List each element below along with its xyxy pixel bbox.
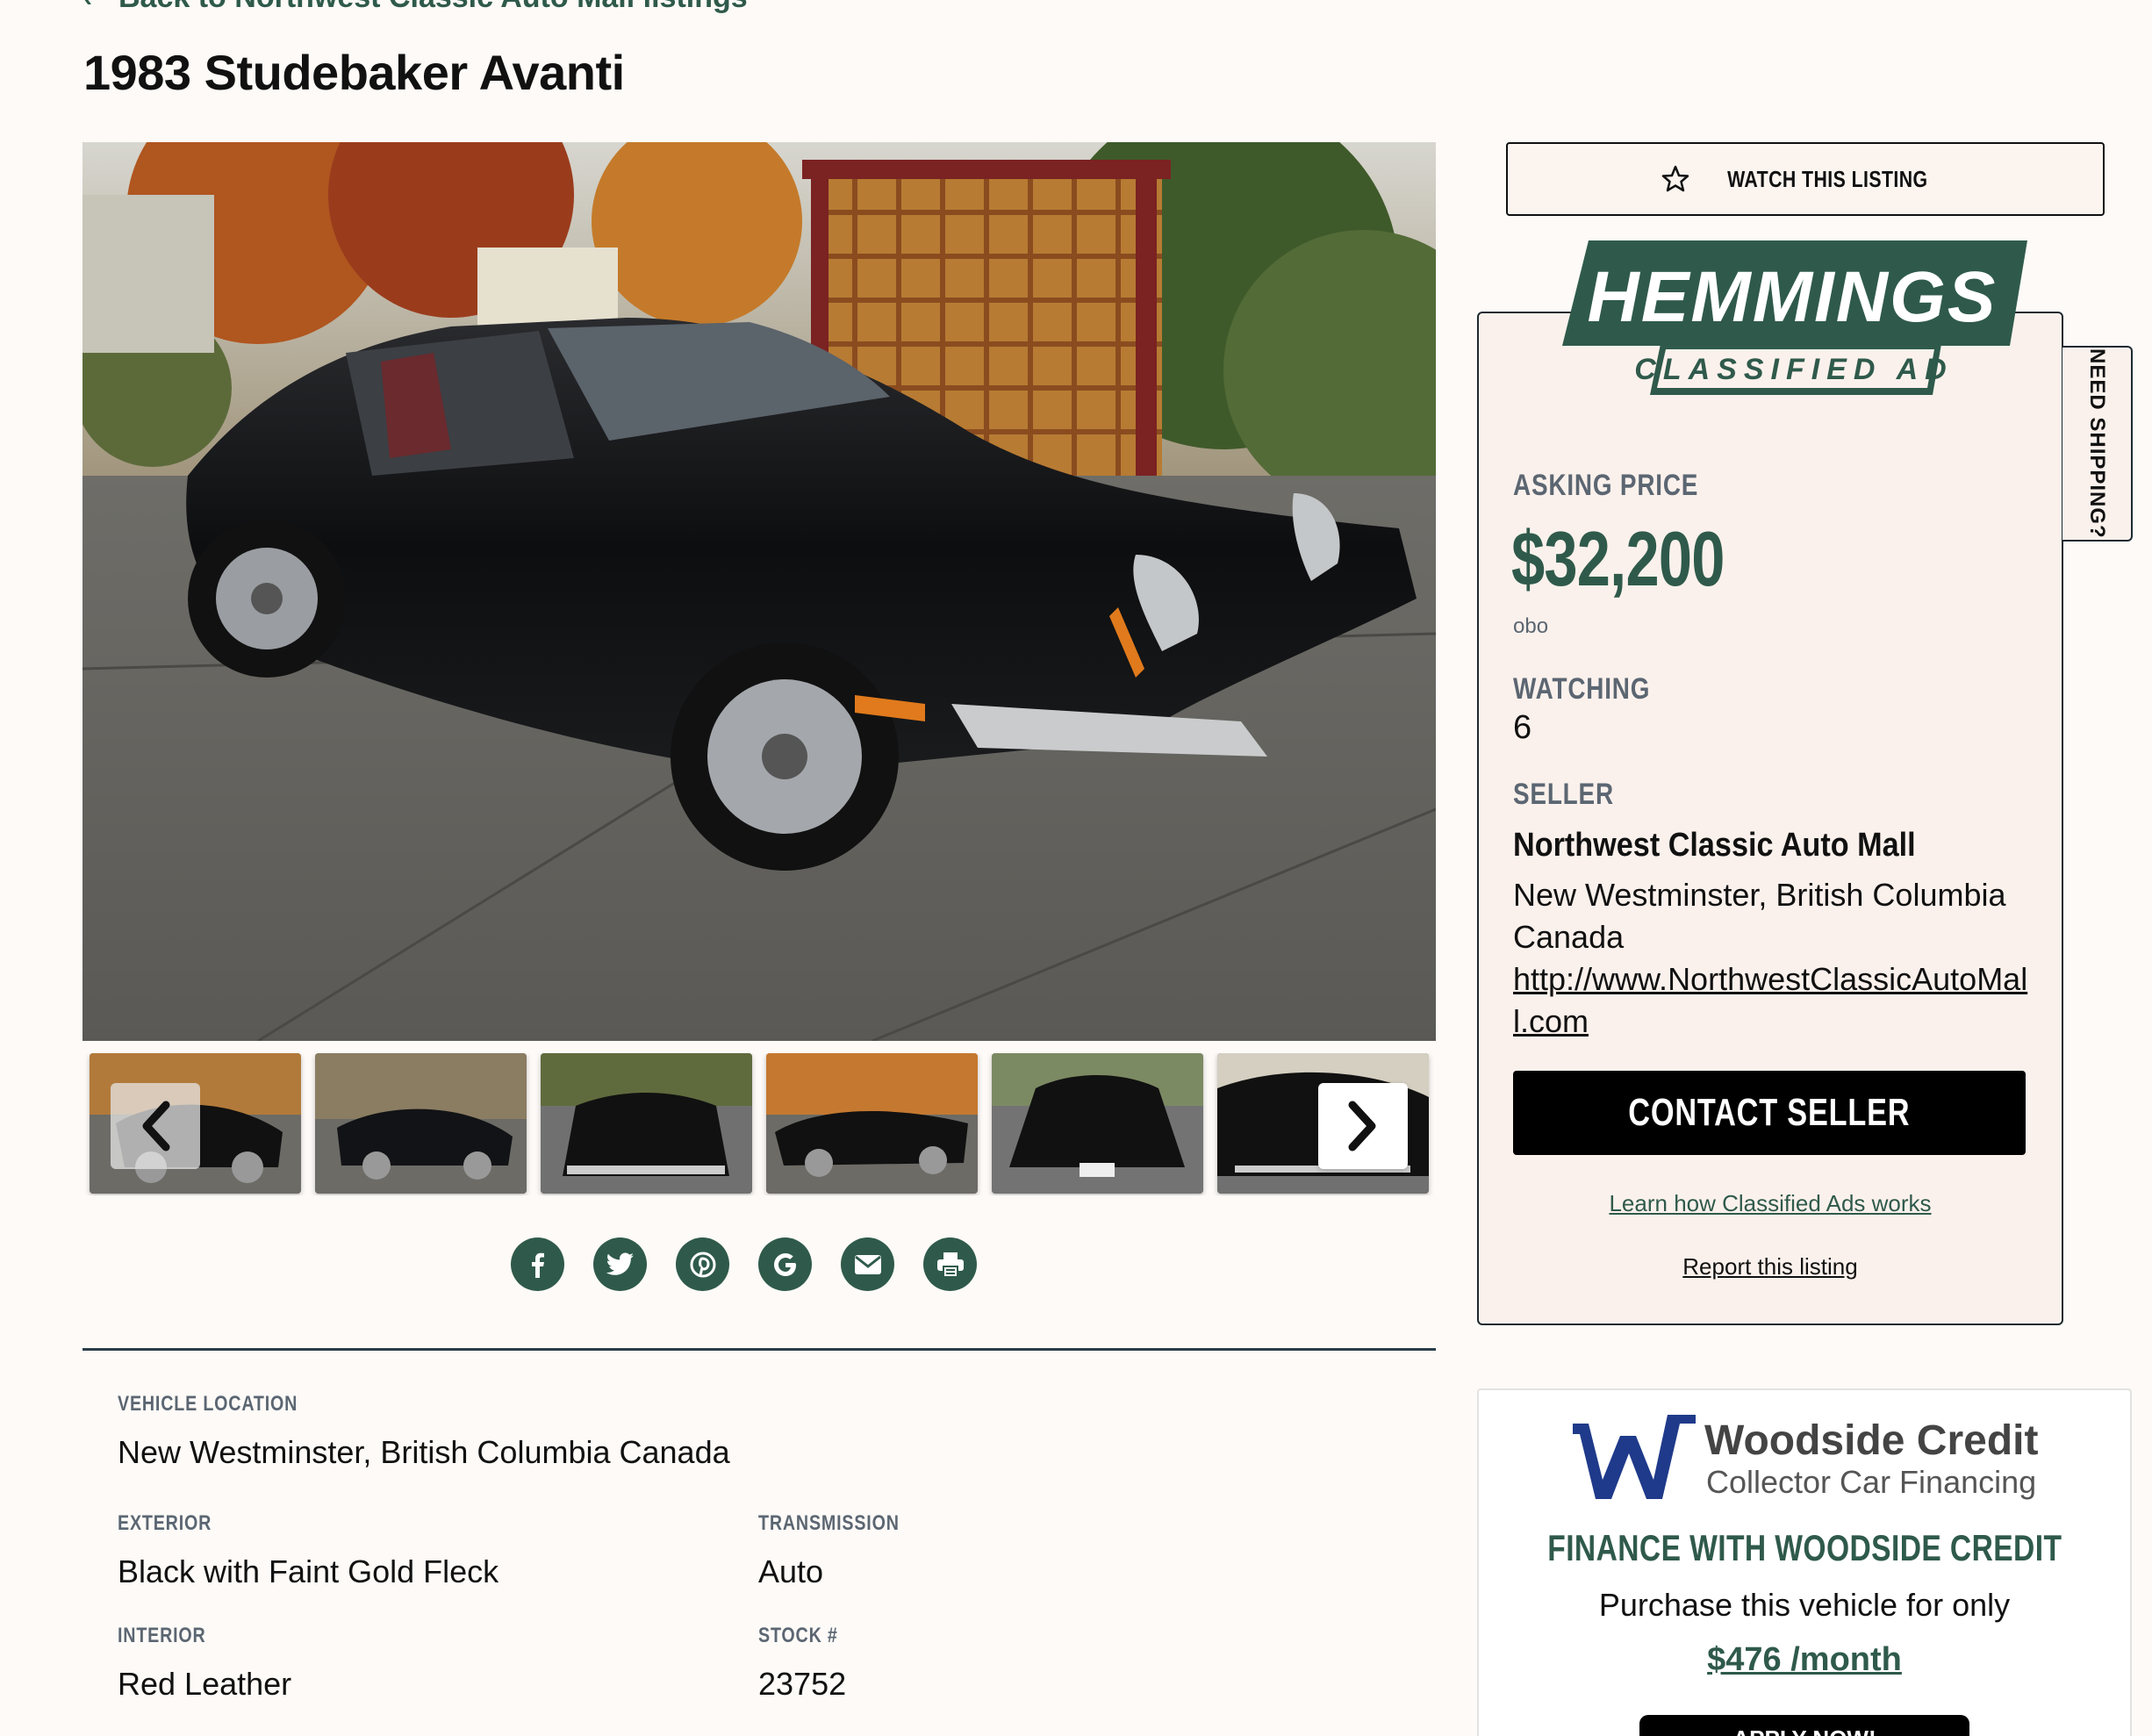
twitter-icon[interactable] (593, 1237, 647, 1291)
chevron-left-icon: ‹ (83, 0, 92, 13)
vehicle-location-value: New Westminster, British Columbia Canada (118, 1434, 730, 1470)
transmission-value: Auto (758, 1553, 824, 1589)
thumbnail-3[interactable] (541, 1053, 752, 1194)
price-note: obo (1513, 614, 1549, 638)
watching-count: 6 (1513, 709, 1532, 746)
apply-now-button[interactable]: APPLY NOW! (1639, 1715, 1969, 1736)
watch-listing-button[interactable]: WATCH THIS LISTING (1506, 142, 2105, 216)
facebook-icon[interactable] (511, 1237, 564, 1291)
page-title: 1983 Studebaker Avanti (83, 45, 625, 100)
chevron-right-icon (1348, 1101, 1376, 1151)
thumbnail-5[interactable] (992, 1053, 1203, 1194)
thumbnail-next-button[interactable] (1318, 1083, 1408, 1169)
seller-website-link[interactable]: http://www.NorthwestClassicAutoMall.com (1513, 958, 2040, 1043)
thumbnail-prev-button[interactable] (111, 1083, 200, 1169)
asking-price-label: ASKING PRICE (1513, 469, 1699, 502)
need-shipping-tab[interactable]: NEED SHIPPING? (2062, 346, 2133, 542)
car-photo-illustration (82, 142, 1436, 1041)
need-shipping-label: NEED SHIPPING? (2085, 348, 2109, 539)
thumbnail-4[interactable] (766, 1053, 978, 1194)
finance-title: FINANCE WITH WOODSIDE CREDIT (1477, 1527, 2132, 1569)
finance-title-text: FINANCE WITH WOODSIDE CREDIT (1546, 1527, 2062, 1568)
finance-monthly-amount-link[interactable]: $476 /month (1477, 1641, 2132, 1679)
thumbnail-2[interactable] (315, 1053, 527, 1194)
woodside-brand-title: Woodside Credit (1704, 1417, 2039, 1464)
exterior-value: Black with Faint Gold Fleck (118, 1553, 499, 1589)
share-bar (511, 1237, 977, 1291)
contact-seller-button[interactable]: CONTACT SELLER (1513, 1071, 2026, 1155)
exterior-label: EXTERIOR (118, 1511, 212, 1535)
stock-value: 23752 (758, 1666, 847, 1702)
main-vehicle-photo[interactable] (82, 142, 1436, 1041)
learn-classified-ads-link[interactable]: Learn how Classified Ads works (1477, 1190, 2063, 1217)
seller-name: Northwest Classic Auto Mall (1513, 827, 1916, 864)
watching-label: WATCHING (1513, 672, 1651, 706)
classified-ad-panel (1477, 312, 2063, 1325)
transmission-label: TRANSMISSION (758, 1511, 900, 1535)
stock-label: STOCK # (758, 1624, 838, 1647)
asking-price-value: $32,200 (1511, 515, 1725, 602)
watch-listing-label: WATCH THIS LISTING (1726, 165, 1928, 192)
star-icon (1661, 165, 1689, 192)
interior-value: Red Leather (118, 1666, 292, 1702)
hemmings-classified-logo: HEMMINGS CLASSIFIED AD (1562, 240, 2027, 395)
pinterest-icon[interactable] (676, 1237, 729, 1291)
section-divider (82, 1348, 1436, 1351)
back-link-label: Back to Northwest Classic Auto Mall list… (118, 0, 748, 15)
google-icon[interactable] (758, 1237, 812, 1291)
hemmings-brand-text: HEMMINGS (1588, 257, 1998, 337)
woodside-brand-subtitle: Collector Car Financing (1706, 1464, 2037, 1500)
email-icon[interactable] (841, 1237, 894, 1291)
back-to-listings-link[interactable]: ‹ Back to Northwest Classic Auto Mall li… (83, 0, 748, 15)
interior-label: INTERIOR (118, 1624, 206, 1647)
thumbnail-strip (82, 1053, 1436, 1195)
finance-text: Purchase this vehicle for only (1598, 1587, 2011, 1623)
chevron-left-icon (142, 1101, 170, 1151)
woodside-w-logo-icon (1573, 1415, 1696, 1499)
contact-seller-label: CONTACT SELLER (1628, 1091, 1911, 1134)
vehicle-location-label: VEHICLE LOCATION (118, 1392, 298, 1416)
seller-location: New Westminster, British Columbia Canada (1513, 877, 2006, 955)
report-listing-link[interactable]: Report this listing (1477, 1253, 2063, 1280)
seller-label: SELLER (1513, 778, 1614, 811)
hemmings-sub-text: CLASSIFIED AD (1634, 353, 1953, 386)
print-icon[interactable] (923, 1237, 977, 1291)
